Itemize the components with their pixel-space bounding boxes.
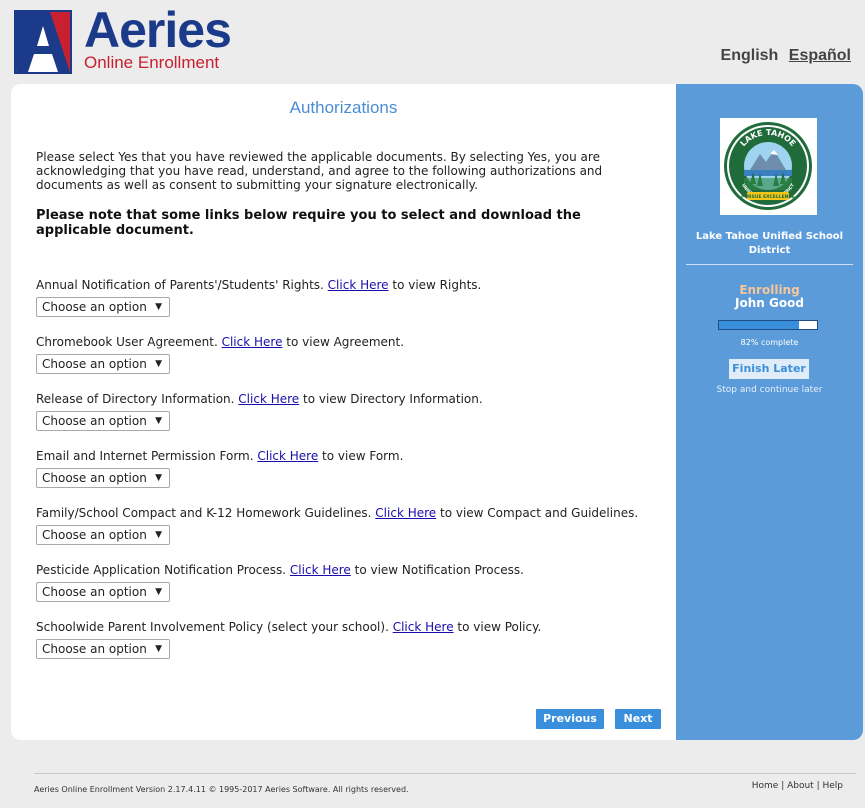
sidebar: LAKE TAHOE UNIFIED SCHOOL DISTRICT PURSU… <box>676 84 863 740</box>
select-value: Choose an option <box>42 300 147 314</box>
dropdown-arrow-icon: ▼ <box>155 587 162 597</box>
next-button[interactable]: Next <box>615 709 661 729</box>
footer-version: Aeries Online Enrollment Version 2.17.4.… <box>34 785 409 794</box>
auth-label: Schoolwide Parent Involvement Policy (se… <box>36 620 676 634</box>
page-title: Authorizations <box>289 98 398 117</box>
auth-label-text: Chromebook User Agreement. <box>36 335 222 349</box>
auth-label-text: Pesticide Application Notification Proce… <box>36 563 290 577</box>
auth-item-pesticide: Pesticide Application Notification Proce… <box>36 563 676 602</box>
footer-divider <box>34 773 856 774</box>
lang-english-link[interactable]: English <box>721 47 779 64</box>
auth-label: Email and Internet Permission Form. Clic… <box>36 449 676 463</box>
district-seal-icon: LAKE TAHOE UNIFIED SCHOOL DISTRICT PURSU… <box>720 118 817 215</box>
select-value: Choose an option <box>42 414 147 428</box>
auth-label: Annual Notification of Parents'/Students… <box>36 278 676 292</box>
click-here-link[interactable]: Click Here <box>393 620 454 634</box>
brand-subtitle: Online Enrollment <box>84 53 220 72</box>
intro-text: Please select Yes that you have reviewed… <box>36 150 603 192</box>
footer-help-link[interactable]: Help <box>822 781 843 791</box>
student-name: John Good <box>735 296 804 310</box>
auth-item-parent-policy: Schoolwide Parent Involvement Policy (se… <box>36 620 676 659</box>
footer-links: Home | About | Help <box>752 781 843 791</box>
auth-label: Pesticide Application Notification Proce… <box>36 563 676 577</box>
enrollment-progress-bar <box>718 320 818 330</box>
header: Aeries Online Enrollment English Español <box>0 0 865 84</box>
select-value: Choose an option <box>42 528 147 542</box>
auth-label-text: Family/School Compact and K-12 Homework … <box>36 506 376 520</box>
click-here-link[interactable]: Click Here <box>375 506 436 520</box>
auth-select[interactable]: Choose an option ▼ <box>36 468 170 488</box>
auth-label: Family/School Compact and K-12 Homework … <box>36 506 676 520</box>
download-note: Please note that some links below requir… <box>36 208 581 238</box>
select-value: Choose an option <box>42 471 147 485</box>
brand-name: Aeries <box>84 2 232 58</box>
auth-label-text: Annual Notification of Parents'/Students… <box>36 278 328 292</box>
progress-text: 82% complete <box>740 338 799 347</box>
auth-label: Chromebook User Agreement. Click Here to… <box>36 335 676 349</box>
auth-select[interactable]: Choose an option ▼ <box>36 354 170 374</box>
auth-label-text: Email and Internet Permission Form. <box>36 449 258 463</box>
seal-motto: PURSUE EXCELLENCE <box>741 194 795 200</box>
auth-label-text: Release of Directory Information. <box>36 392 239 406</box>
click-here-link[interactable]: Click Here <box>290 563 351 577</box>
click-here-link[interactable]: Click Here <box>257 449 318 463</box>
previous-button[interactable]: Previous <box>536 709 604 729</box>
sidebar-divider <box>686 264 853 265</box>
footer-home-link[interactable]: Home <box>752 781 779 791</box>
auth-label-text: to view Agreement. <box>282 335 405 349</box>
auth-select[interactable]: Choose an option ▼ <box>36 411 170 431</box>
dropdown-arrow-icon: ▼ <box>155 416 162 426</box>
language-switcher: English Español <box>715 47 851 65</box>
click-here-link[interactable]: Click Here <box>328 278 389 292</box>
auth-label-text: to view Policy. <box>453 620 542 634</box>
content-card: Authorizations Please select Yes that yo… <box>11 84 863 740</box>
dropdown-arrow-icon: ▼ <box>155 359 162 369</box>
footer-about-link[interactable]: About <box>787 781 814 791</box>
district-name: Lake Tahoe Unified School District <box>695 231 844 256</box>
auth-label-text: to view Form. <box>318 449 404 463</box>
stop-continue-text: Stop and continue later <box>716 385 823 395</box>
auth-item-rights: Annual Notification of Parents'/Students… <box>36 278 676 317</box>
main-panel: Authorizations Please select Yes that yo… <box>11 84 676 740</box>
progress-fill <box>719 321 800 329</box>
auth-select[interactable]: Choose an option ▼ <box>36 582 170 602</box>
auth-label-text: to view Directory Information. <box>299 392 483 406</box>
select-value: Choose an option <box>42 585 147 599</box>
auth-item-compact: Family/School Compact and K-12 Homework … <box>36 506 676 545</box>
footer-separator: | <box>778 781 788 791</box>
select-value: Choose an option <box>42 357 147 371</box>
dropdown-arrow-icon: ▼ <box>155 530 162 540</box>
auth-label-text: to view Notification Process. <box>350 563 524 577</box>
auth-label-text: Schoolwide Parent Involvement Policy (se… <box>36 620 393 634</box>
finish-later-button[interactable]: Finish Later <box>729 359 809 379</box>
auth-item-email: Email and Internet Permission Form. Clic… <box>36 449 676 488</box>
dropdown-arrow-icon: ▼ <box>155 302 162 312</box>
auth-item-directory: Release of Directory Information. Click … <box>36 392 676 431</box>
select-value: Choose an option <box>42 642 147 656</box>
dropdown-arrow-icon: ▼ <box>155 644 162 654</box>
aeries-logo-icon <box>14 10 72 74</box>
click-here-link[interactable]: Click Here <box>222 335 283 349</box>
click-here-link[interactable]: Click Here <box>238 392 299 406</box>
auth-select[interactable]: Choose an option ▼ <box>36 525 170 545</box>
lang-spanish-link[interactable]: Español <box>789 47 851 64</box>
auth-item-chromebook: Chromebook User Agreement. Click Here to… <box>36 335 676 374</box>
auth-select[interactable]: Choose an option ▼ <box>36 297 170 317</box>
auth-label-text: to view Rights. <box>388 278 482 292</box>
dropdown-arrow-icon: ▼ <box>155 473 162 483</box>
auth-label-text: to view Compact and Guidelines. <box>436 506 639 520</box>
auth-select[interactable]: Choose an option ▼ <box>36 639 170 659</box>
auth-label: Release of Directory Information. Click … <box>36 392 676 406</box>
enrolling-label: Enrolling <box>739 283 800 297</box>
